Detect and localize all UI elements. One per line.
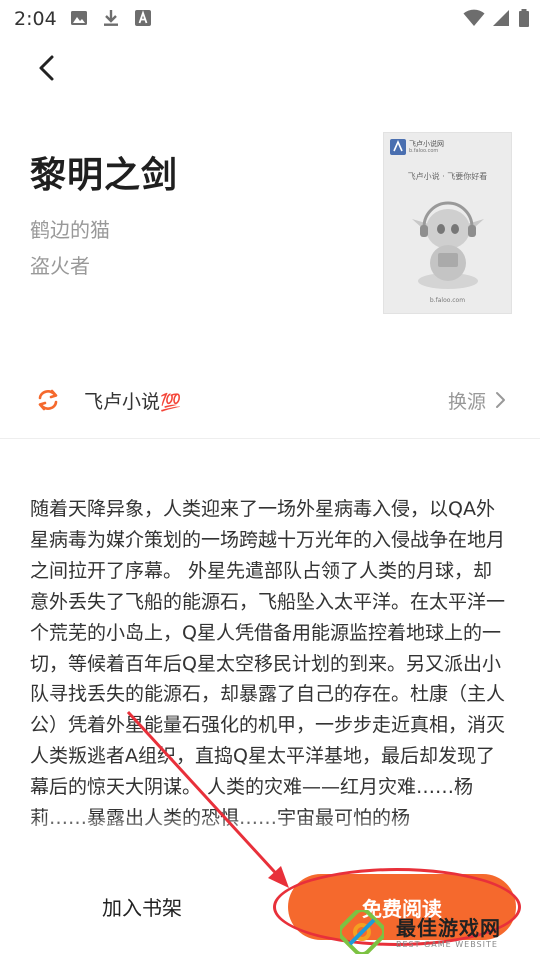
faloo-logo-icon [390, 139, 406, 155]
description-fade [0, 815, 540, 845]
status-bar: 2:04 [0, 0, 540, 36]
source-row: 飞卢小说💯 换源 [0, 372, 540, 428]
book-category[interactable]: 盗火者 [30, 250, 90, 279]
book-description: 随着天降异象，人类迎来了一场外星病毒入侵，以QA外星病毒为媒介策划的一场跨越十万… [30, 498, 506, 829]
book-author[interactable]: 鹤边的猫 [30, 214, 110, 243]
cover-site-header: 飞卢小说网 b.faloo.com [390, 139, 444, 155]
add-to-shelf-button[interactable]: 加入书架 [70, 880, 214, 932]
download-icon [104, 10, 118, 26]
image-icon [71, 11, 87, 25]
site-watermark: 最佳游戏网 BEST GAME WEBSITE [340, 908, 536, 958]
text-a-icon [135, 10, 151, 26]
status-time: 2:04 [14, 8, 57, 30]
source-name: 飞卢小说 [84, 391, 161, 413]
watermark-logo-icon [340, 910, 384, 954]
watermark-text: 最佳游戏网 [396, 916, 501, 940]
swap-icon [38, 389, 58, 411]
cover-bottom-url: b.faloo.com [429, 297, 466, 304]
wifi-icon [463, 9, 485, 26]
book-cover[interactable]: 飞卢小说网 b.faloo.com 飞卢小说 · 飞要你好看 b.faloo.c… [383, 132, 512, 314]
switch-source-label: 换源 [447, 390, 486, 413]
mascot-illustration [412, 201, 484, 289]
cover-site-name: 飞卢小说网 [409, 140, 444, 148]
chevron-right-icon [496, 392, 505, 408]
back-arrow-icon[interactable] [30, 50, 66, 86]
cover-tagline: 飞卢小说 · 飞要你好看 [407, 172, 488, 181]
switch-source-button[interactable]: 换源 [448, 385, 506, 415]
book-title: 黎明之剑 [30, 155, 179, 196]
signal-icon [493, 10, 509, 26]
divider [0, 438, 540, 439]
source-name-wrap: 飞卢小说💯 [84, 387, 181, 414]
cover-site-url: b.faloo.com [409, 148, 439, 154]
watermark-subtext: BEST GAME WEBSITE [396, 940, 498, 949]
battery-icon [519, 9, 529, 27]
hundred-badge-icon: 💯 [160, 393, 182, 413]
